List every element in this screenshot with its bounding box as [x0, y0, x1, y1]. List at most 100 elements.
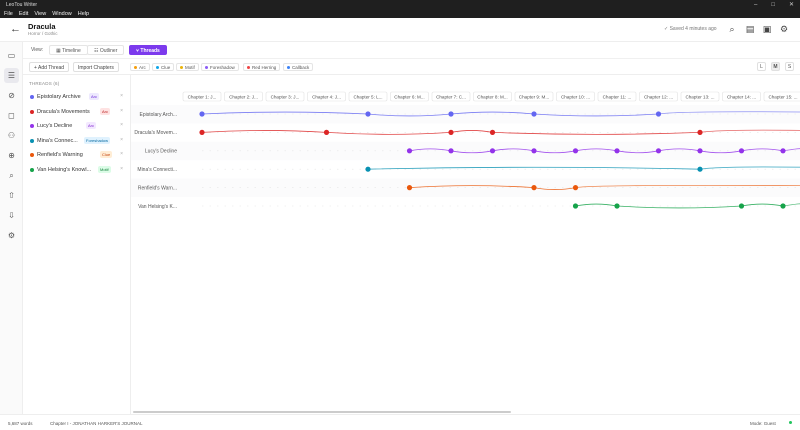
- thread-event-dot[interactable]: [655, 111, 662, 117]
- thread-event-dot[interactable]: [738, 148, 745, 154]
- layout-icon[interactable]: ▤: [745, 24, 755, 34]
- search-icon[interactable]: ⌕: [4, 168, 19, 183]
- size-small-button[interactable]: S: [785, 62, 794, 71]
- thread-event-dot[interactable]: [614, 148, 620, 154]
- settings-gear-icon[interactable]: ⚙: [779, 24, 789, 34]
- thread-event-dot[interactable]: [448, 111, 454, 117]
- thread-event-dot[interactable]: [572, 148, 579, 154]
- thread-event-dot[interactable]: [199, 111, 205, 117]
- chapter-header[interactable]: Chapter 4: J...: [312, 95, 341, 100]
- thread-event-dot[interactable]: [697, 129, 703, 135]
- thread-event-dot[interactable]: [406, 148, 413, 154]
- remove-thread-icon[interactable]: ×: [120, 93, 123, 99]
- remove-thread-icon[interactable]: ×: [120, 137, 123, 143]
- tag-color-dot: [134, 66, 137, 70]
- thread-item[interactable]: Dracula's Movements Arc ×: [23, 106, 130, 120]
- thread-event-dot[interactable]: [531, 148, 537, 154]
- thread-event-dot[interactable]: [489, 129, 496, 135]
- gear-icon[interactable]: ⚙: [4, 228, 19, 243]
- thread-event-dot[interactable]: [199, 129, 205, 135]
- thread-item[interactable]: Renfield's Warning Clue ×: [23, 149, 130, 163]
- chapter-header[interactable]: Chapter 3: J...: [271, 95, 300, 100]
- remove-thread-icon[interactable]: ×: [120, 151, 123, 157]
- thread-event-dot[interactable]: [697, 166, 703, 172]
- thread-event-dot[interactable]: [780, 148, 786, 154]
- thread-row-label: Lucy's Decline: [145, 149, 177, 155]
- remove-thread-icon[interactable]: ×: [120, 166, 123, 172]
- threads-canvas[interactable]: Chapter 1: J... Chapter 2: J... Chapter 3:…: [131, 75, 800, 414]
- search-icon[interactable]: ⌕: [727, 24, 737, 34]
- thread-event-dot[interactable]: [406, 185, 413, 191]
- thread-event-dot[interactable]: [572, 203, 579, 209]
- thread-event-dot[interactable]: [531, 185, 537, 191]
- thread-event-dot[interactable]: [780, 203, 786, 209]
- chapter-header[interactable]: Chapter 8: M...: [477, 95, 507, 100]
- thread-item[interactable]: Van Helsing's Knowl... Motif ×: [23, 164, 130, 178]
- chapter-header[interactable]: Chapter 9: M...: [519, 95, 549, 100]
- filter-tag-clue[interactable]: Clue: [152, 63, 175, 71]
- chapter-header[interactable]: Chapter 10: ...: [561, 95, 590, 100]
- chapter-header[interactable]: Chapter 7: C...: [436, 95, 466, 100]
- menu-help[interactable]: Help: [78, 11, 89, 17]
- filter-tag-red-herring[interactable]: Red Herring: [243, 63, 281, 71]
- close-window-button[interactable]: ✕: [789, 1, 794, 8]
- filter-tag-arc[interactable]: Arc: [130, 63, 150, 71]
- chapter-header[interactable]: Chapter 15: ...: [768, 95, 797, 100]
- thread-event-dot[interactable]: [572, 185, 579, 191]
- thread-event-dot[interactable]: [614, 203, 620, 209]
- chapter-header[interactable]: Chapter 13: ...: [685, 95, 714, 100]
- thread-event-dot[interactable]: [448, 129, 454, 135]
- chapter-header[interactable]: Chapter 1: J...: [188, 95, 217, 100]
- menu-edit[interactable]: Edit: [19, 11, 28, 17]
- minimize-button[interactable]: –: [754, 2, 757, 8]
- thread-event-dot[interactable]: [365, 111, 371, 117]
- menu-view[interactable]: View: [34, 11, 46, 17]
- panel-icon[interactable]: ▣: [762, 24, 772, 34]
- maximize-button[interactable]: □: [771, 2, 775, 8]
- filter-tag-motif[interactable]: Motif: [176, 63, 199, 71]
- thread-event-dot[interactable]: [489, 148, 496, 154]
- current-chapter: Chapter I - JONATHAN HARKER'S JOURNAL: [50, 421, 143, 426]
- chapter-header[interactable]: Chapter 2: J...: [229, 95, 258, 100]
- back-arrow-icon[interactable]: ←: [10, 23, 21, 35]
- chapter-header[interactable]: Chapter 6: M...: [394, 95, 424, 100]
- menu-window[interactable]: Window: [52, 11, 72, 17]
- thread-event-dot[interactable]: [738, 203, 745, 209]
- characters-icon[interactable]: ⚇: [4, 128, 19, 143]
- thread-event-dot[interactable]: [323, 129, 330, 135]
- horizontal-scrollbar[interactable]: [133, 411, 511, 413]
- upload-icon[interactable]: ⇧: [4, 188, 19, 203]
- filter-tag-callback[interactable]: Callback: [283, 63, 314, 71]
- thread-item[interactable]: Lucy's Decline Arc ×: [23, 120, 130, 134]
- file-icon[interactable]: ◻: [4, 108, 19, 123]
- size-medium-button[interactable]: M: [771, 62, 780, 71]
- thread-name: Epistolary Archive: [37, 94, 81, 100]
- remove-thread-icon[interactable]: ×: [120, 122, 123, 128]
- view-timeline-button[interactable]: ▦ Timeline: [49, 45, 88, 55]
- view-outliner-button[interactable]: ☷ Outliner: [87, 45, 125, 55]
- filter-tag-foreshadow[interactable]: Foreshadow: [201, 63, 239, 71]
- thread-event-dot[interactable]: [655, 148, 662, 154]
- online-status-dot: [789, 421, 792, 424]
- chapter-header[interactable]: Chapter 12: ...: [644, 95, 673, 100]
- document-icon[interactable]: ▭: [4, 48, 19, 63]
- menu-file[interactable]: File: [4, 11, 13, 17]
- thread-item[interactable]: Epistolary Archive Arc ×: [23, 91, 130, 105]
- list-icon[interactable]: ☰: [4, 68, 19, 83]
- chapter-header[interactable]: Chapter 5: L...: [353, 95, 382, 100]
- thread-item[interactable]: Mina's Connec... Foreshadow ×: [23, 135, 130, 149]
- add-thread-button[interactable]: + Add Thread: [29, 62, 70, 72]
- import-chapters-button[interactable]: Import Chapters: [73, 62, 119, 72]
- thread-event-dot[interactable]: [365, 166, 371, 172]
- compass-icon[interactable]: ⊘: [4, 88, 19, 103]
- remove-thread-icon[interactable]: ×: [120, 108, 123, 114]
- download-icon[interactable]: ⇩: [4, 208, 19, 223]
- thread-event-dot[interactable]: [697, 148, 703, 154]
- size-large-button[interactable]: L: [757, 62, 766, 71]
- chapter-header[interactable]: Chapter 14: ...: [727, 95, 756, 100]
- thread-event-dot[interactable]: [448, 148, 454, 154]
- thread-event-dot[interactable]: [531, 111, 537, 117]
- chapter-header[interactable]: Chapter 11: ...: [603, 95, 632, 100]
- view-threads-button[interactable]: ⑂ Threads: [129, 45, 167, 55]
- globe-icon[interactable]: ⊕: [4, 148, 19, 163]
